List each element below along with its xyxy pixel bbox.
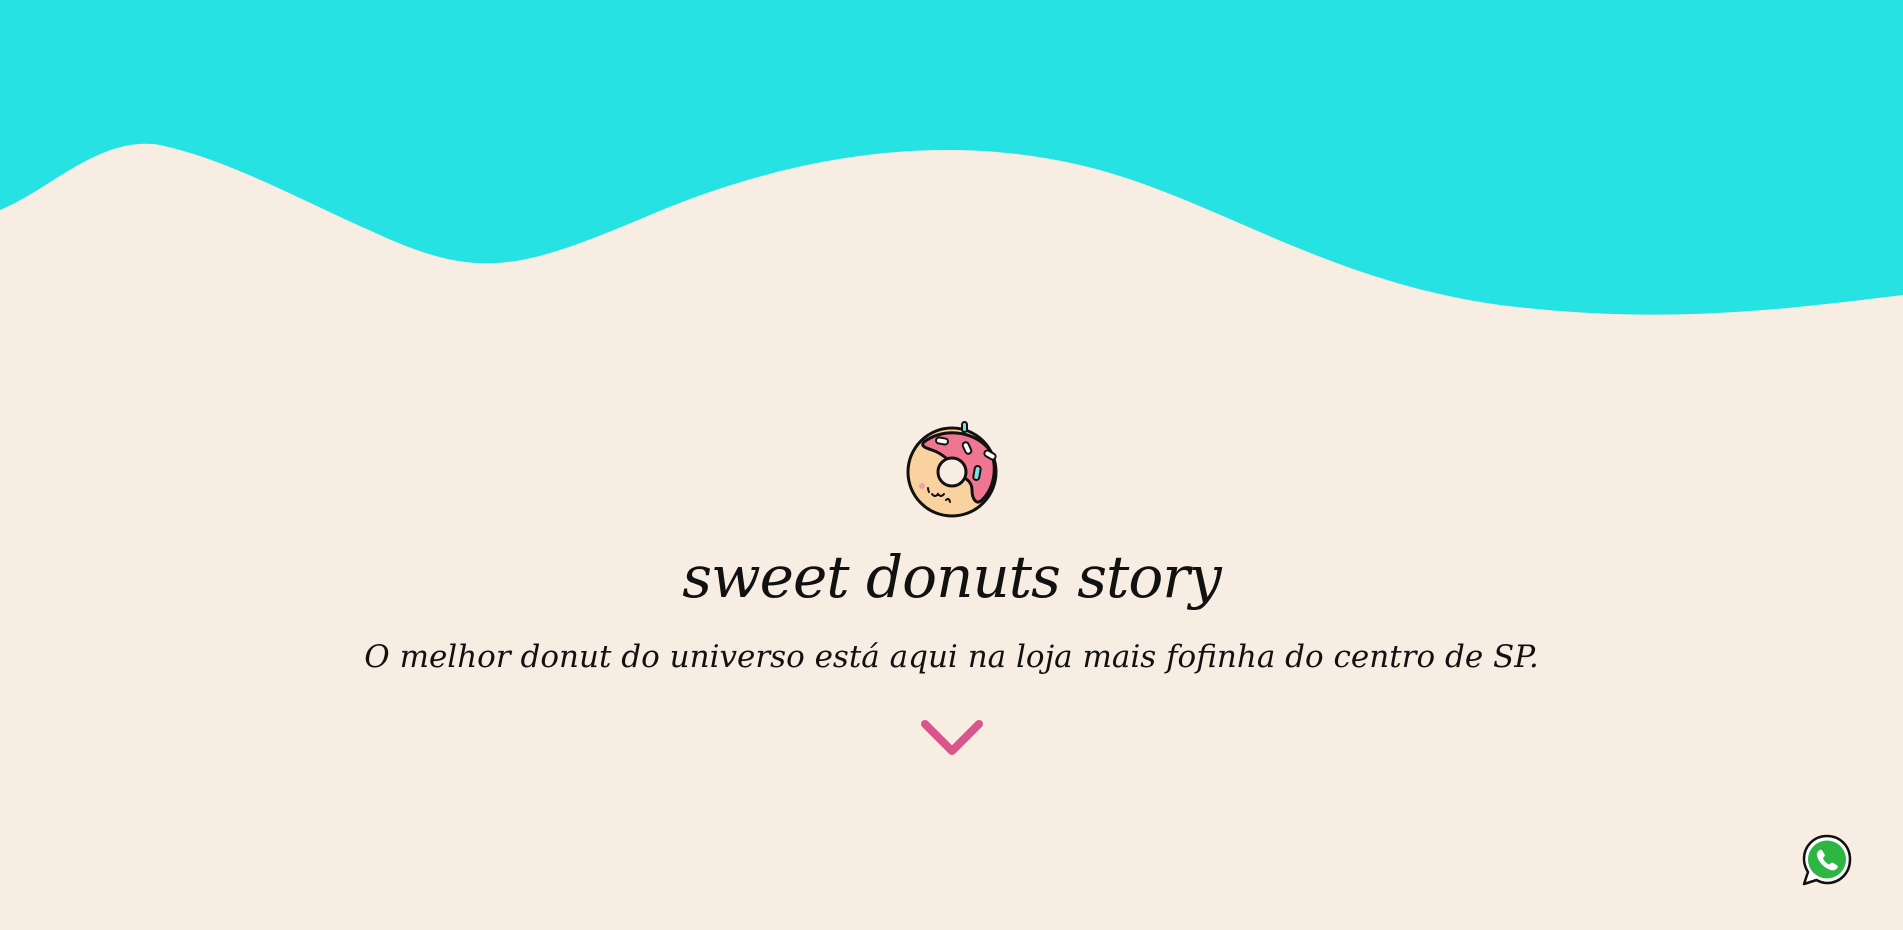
site-title: sweet donuts story (682, 543, 1222, 611)
chevron-down-icon (920, 720, 983, 756)
donut-icon (906, 421, 997, 518)
hero-section: sweet donuts story O melhor donut do uni… (0, 420, 1903, 760)
landing-page: sweet donuts story O melhor donut do uni… (0, 0, 1903, 930)
top-wave (0, 0, 1903, 315)
whatsapp-icon[interactable] (1800, 833, 1854, 887)
scroll-down-button[interactable] (917, 716, 987, 760)
hero-tagline: O melhor donut do universo está aqui na … (364, 639, 1539, 675)
